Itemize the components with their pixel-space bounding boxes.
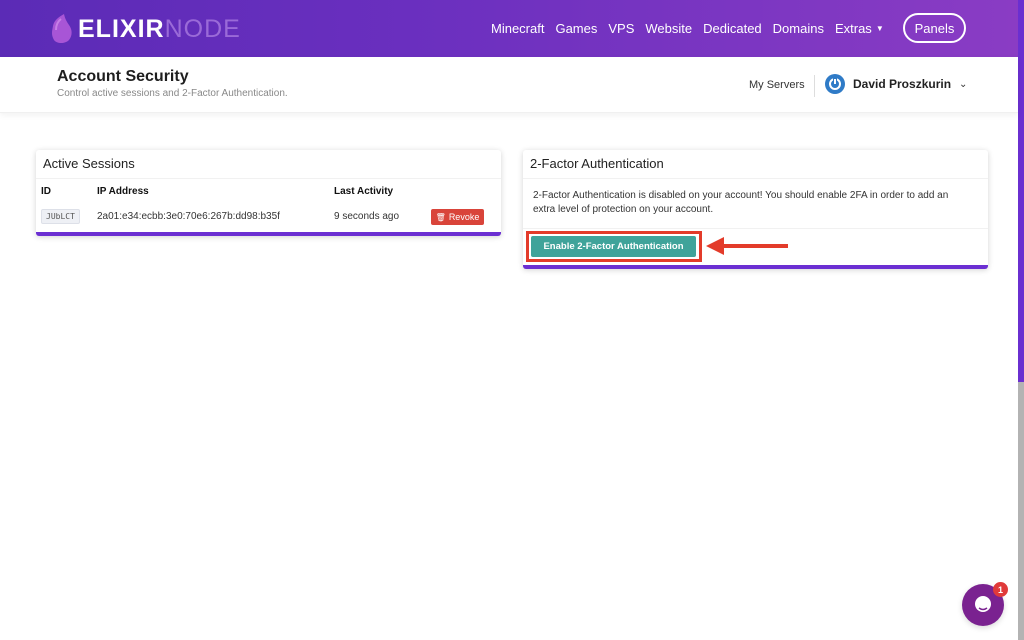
annotation-arrow-icon <box>706 237 788 255</box>
session-id-badge: JUbLCT <box>41 209 80 224</box>
user-name: David Proszkurin <box>853 77 952 91</box>
trash-icon: 🗑 <box>435 212 446 222</box>
user-menu[interactable]: David Proszkurin ⌄ <box>825 74 967 94</box>
card-divider <box>523 178 988 179</box>
two-factor-message: 2-Factor Authentication is disabled on y… <box>533 190 949 215</box>
nav-dedicated[interactable]: Dedicated <box>703 21 762 36</box>
chevron-down-icon: ⌄ <box>959 78 968 90</box>
brand-logo[interactable]: ELIXIR NODE <box>48 12 241 46</box>
brand-name-bold: ELIXIR <box>78 14 165 43</box>
scrollbar-thumb[interactable] <box>1018 0 1024 382</box>
enable-2fa-button[interactable]: Enable 2-Factor Authentication <box>531 236 696 257</box>
page-subtitle: Control active sessions and 2-Factor Aut… <box>57 88 288 99</box>
column-header-ip: IP Address <box>97 186 149 197</box>
brand-name-light: NODE <box>164 14 241 43</box>
column-header-last-activity: Last Activity <box>334 186 394 197</box>
chat-notification-badge: 1 <box>993 582 1008 597</box>
two-factor-title: 2-Factor Authentication <box>530 156 664 171</box>
nav-extras[interactable]: Extras ▼ <box>835 21 884 36</box>
nav-games[interactable]: Games <box>555 21 597 36</box>
nav-extras-label: Extras <box>834 21 872 36</box>
power-icon <box>825 74 845 94</box>
column-header-id: ID <box>41 186 51 197</box>
page-header: Account Security Control active sessions… <box>0 57 1018 113</box>
caret-down-icon: ▼ <box>875 24 884 33</box>
active-sessions-title: Active Sessions <box>43 156 135 171</box>
nav-minecraft[interactable]: Minecraft <box>491 21 544 36</box>
page-scrollbar[interactable] <box>1018 0 1024 640</box>
session-ip: 2a01:e34:ecbb:3e0:70e6:267b:dd98:b35f <box>97 211 280 222</box>
nav-links: Minecraft Games VPS Website Dedicated Do… <box>491 0 895 57</box>
header-divider <box>814 75 815 97</box>
card-divider <box>523 228 988 229</box>
revoke-button[interactable]: 🗑 Revoke <box>431 209 484 225</box>
panels-button[interactable]: Panels <box>903 13 966 43</box>
nav-domains[interactable]: Domains <box>773 21 824 36</box>
nav-website[interactable]: Website <box>645 21 692 36</box>
nav-vps[interactable]: VPS <box>608 21 634 36</box>
card-divider <box>36 178 501 179</box>
page-title: Account Security <box>57 68 189 85</box>
my-servers-link[interactable]: My Servers <box>749 79 805 91</box>
top-navbar: ELIXIR NODE Minecraft Games VPS Website … <box>0 0 1018 57</box>
chat-bubble-icon <box>975 596 991 612</box>
flame-logo-icon <box>52 14 72 43</box>
two-factor-card: 2-Factor Authentication 2-Factor Authent… <box>523 150 988 269</box>
session-last-activity: 9 seconds ago <box>334 211 400 222</box>
revoke-label: Revoke <box>448 212 480 222</box>
active-sessions-card: Active Sessions ID IP Address Last Activ… <box>36 150 501 236</box>
